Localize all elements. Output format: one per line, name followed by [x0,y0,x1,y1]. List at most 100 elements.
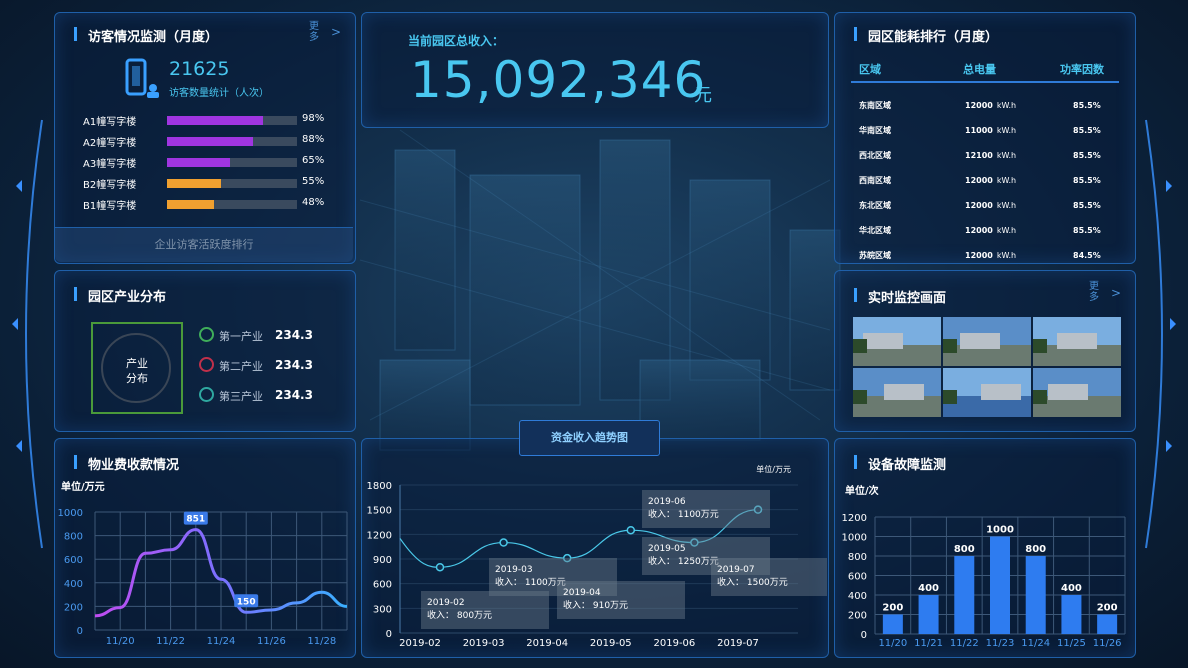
trend-tooltip-value: 收入： 1100万元 [495,576,566,588]
scene-tree [943,339,957,353]
energy-power-value: 12000 [965,226,993,235]
faults-bar-label: 400 [1061,583,1082,594]
faults-bar [1025,556,1046,634]
trend-tooltip-value: 收入： 1100万元 [648,508,719,520]
faults-y-tick: 1200 [842,513,867,524]
trend-y-tick: 1200 [367,530,392,541]
visitor-bar-fill [167,137,253,146]
faults-bar [954,556,975,634]
scene-building [981,384,1021,400]
camera-scene [1033,368,1121,417]
energy-power-cell: 12000 kW.h [964,193,1072,218]
revenue-unit: 元 [694,85,712,106]
legend-ring-icon [199,357,214,372]
energy-power-value: 11000 [965,126,993,135]
monitor-panel: 实时监控画面 更多 > [834,270,1136,432]
energy-area: 西南区域 [859,176,891,185]
faults-bar-label: 1000 [986,525,1014,536]
visitor-more-link[interactable]: 更多 [309,21,321,43]
faults-unit: 单位/次 [845,484,879,497]
visitor-bar-fill [167,179,221,188]
energy-power-value: 12100 [965,151,993,160]
camera-thumbnail[interactable] [853,317,941,366]
camera-thumbnail[interactable] [1033,368,1121,417]
industry-name: 第一产业 [219,330,263,343]
camera-thumbnail[interactable] [853,368,941,417]
trend-title: 资金收入趋势图 [551,431,628,444]
scene-building [1057,333,1097,349]
chevron-right-icon[interactable]: > [1111,286,1121,300]
energy-area: 东南区域 [859,101,891,110]
faults-x-tick: 11/25 [1057,638,1086,649]
trend-title-tab[interactable]: 资金收入趋势图 [519,420,660,456]
visitor-bar-label: A2幢写字楼 [83,138,137,149]
energy-header-factor: 功率因数 [1060,63,1104,76]
energy-factor: 85.5% [1073,101,1101,110]
faults-x-tick: 11/22 [950,638,979,649]
trend-x-tick: 2019-02 [399,638,441,649]
energy-header: 区域 总电量 功率因数 [851,57,1119,83]
energy-title: 园区能耗排行（月度） [853,26,998,45]
faults-chart: 单位/次 0 200 400 600 800 1000 1200 200 11/20 400 11/2… [842,484,1126,649]
faults-bar-label: 200 [1097,603,1118,614]
energy-area: 华北区域 [859,226,891,235]
faults-y-tick: 200 [848,611,867,622]
industry-name: 第二产业 [219,360,263,373]
energy-power-value: 12000 [965,176,993,185]
faults-bar [918,595,939,634]
visitor-bar-track [167,158,297,167]
scene-tree [943,390,957,404]
energy-power-value: 12000 [965,201,993,210]
visitor-bar-fill [167,158,230,167]
visitor-ranking-button[interactable]: 企业访客活跃度排行 [55,227,353,262]
faults-bar-label: 400 [918,583,939,594]
faults-bar [990,536,1010,634]
faults-y-tick: 0 [861,630,867,641]
trend-y-tick: 600 [373,580,392,591]
energy-area: 东北区域 [859,201,891,210]
monitor-title: 实时监控画面 [853,287,946,306]
energy-panel: 园区能耗排行（月度） 区域 总电量 功率因数 东南区域 12000 kW.h 85.5… [834,12,1136,264]
fees-y-tick: 0 [77,626,83,637]
trend-tooltip-value: 收入： 1500万元 [717,576,788,588]
camera-thumbnail[interactable] [943,368,1031,417]
camera-grid [853,317,1123,417]
fees-data-label: 851 [186,515,205,525]
fees-y-tick: 200 [64,602,83,613]
visitor-bar-track [167,137,297,146]
industry-value: 234.3 [275,388,313,402]
faults-bar [1061,595,1082,634]
trend-y-tick: 1500 [367,506,392,517]
energy-power-cell: 12000 kW.h [964,93,1072,118]
industry-center-line-1: 产业 [126,357,148,370]
faults-bar [1097,614,1118,634]
industry-center-line-2: 分布 [126,372,148,385]
scene-building [1048,384,1088,400]
fees-x-tick: 11/26 [257,636,286,647]
energy-power-unit: kW.h [996,126,1017,135]
camera-thumbnail[interactable] [943,317,1031,366]
visitor-bar-fill [167,200,214,209]
camera-scene [853,317,941,366]
energy-power-unit: kW.h [996,251,1017,260]
visitor-bar-label: A3幢写字楼 [83,159,137,170]
monitor-more-link[interactable]: 更多 [1089,281,1101,303]
energy-row: 西北区域 12100 kW.h 85.5% [851,143,1121,168]
trend-tooltip-box [421,591,549,629]
camera-thumbnail[interactable] [1033,317,1121,366]
trend-y-tick: 0 [386,629,392,640]
energy-power-unit: kW.h [996,201,1017,210]
scene-tree [1033,390,1047,404]
chevron-right-icon[interactable]: > [331,25,341,39]
visitor-bar-row: A1幢写字楼 98% [83,113,353,128]
fees-x-tick: 11/28 [307,636,336,647]
fees-y-tick: 800 [64,532,83,543]
visitor-bar-row: A3幢写字楼 65% [83,155,353,170]
energy-power-cell: 12100 kW.h [964,143,1072,168]
faults-x-tick: 11/24 [1021,638,1050,649]
energy-power-unit: kW.h [996,101,1017,110]
trend-point [499,538,508,547]
energy-power-cell: 12000 kW.h [964,168,1072,193]
energy-row: 华北区域 12000 kW.h 85.5% [851,218,1121,243]
legend-ring-icon [199,387,214,402]
